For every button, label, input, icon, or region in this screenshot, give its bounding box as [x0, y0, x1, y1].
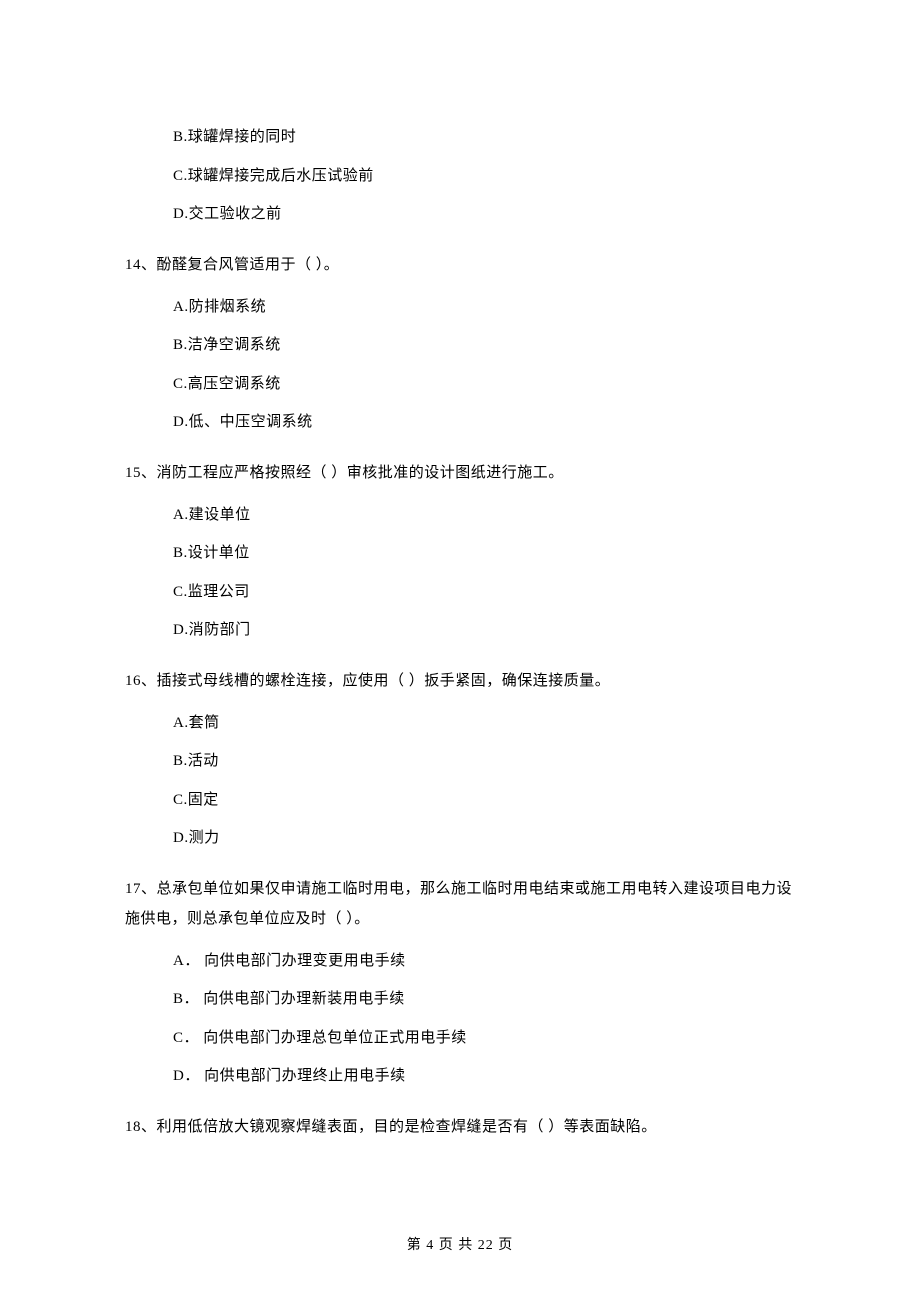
- question-15-option-c: C.监理公司: [173, 581, 795, 604]
- question-17-stem: 17、总承包单位如果仅申请施工临时用电，那么施工临时用电结束或施工用电转入建设项…: [125, 874, 795, 934]
- question-18-stem: 18、利用低倍放大镜观察焊缝表面，目的是检查焊缝是否有（ ）等表面缺陷。: [125, 1112, 795, 1142]
- question-15-option-d: D.消防部门: [173, 619, 795, 642]
- question-14-option-d: D.低、中压空调系统: [173, 411, 795, 434]
- question-16-option-d: D.测力: [173, 827, 795, 850]
- question-16-option-b: B.活动: [173, 750, 795, 773]
- question-14-stem: 14、酚醛复合风管适用于（ ）。: [125, 250, 795, 280]
- page-content: B.球罐焊接的同时 C.球罐焊接完成后水压试验前 D.交工验收之前 14、酚醛复…: [0, 0, 920, 1142]
- question-14-option-a: A.防排烟系统: [173, 296, 795, 319]
- pre-option-b: B.球罐焊接的同时: [173, 126, 795, 149]
- question-17-option-b: B． 向供电部门办理新装用电手续: [173, 988, 795, 1011]
- question-15-option-b: B.设计单位: [173, 542, 795, 565]
- question-17-option-d: D． 向供电部门办理终止用电手续: [173, 1065, 795, 1088]
- question-14-option-b: B.洁净空调系统: [173, 334, 795, 357]
- question-15-option-a: A.建设单位: [173, 504, 795, 527]
- question-15-stem: 15、消防工程应严格按照经（ ）审核批准的设计图纸进行施工。: [125, 458, 795, 488]
- question-17-option-a: A． 向供电部门办理变更用电手续: [173, 950, 795, 973]
- page-footer: 第 4 页 共 22 页: [0, 1234, 920, 1254]
- question-16-option-c: C.固定: [173, 789, 795, 812]
- pre-option-c: C.球罐焊接完成后水压试验前: [173, 165, 795, 188]
- question-16-stem: 16、插接式母线槽的螺栓连接，应使用（ ）扳手紧固，确保连接质量。: [125, 666, 795, 696]
- question-17-option-c: C． 向供电部门办理总包单位正式用电手续: [173, 1027, 795, 1050]
- pre-option-d: D.交工验收之前: [173, 203, 795, 226]
- question-16-option-a: A.套筒: [173, 712, 795, 735]
- question-14-option-c: C.高压空调系统: [173, 373, 795, 396]
